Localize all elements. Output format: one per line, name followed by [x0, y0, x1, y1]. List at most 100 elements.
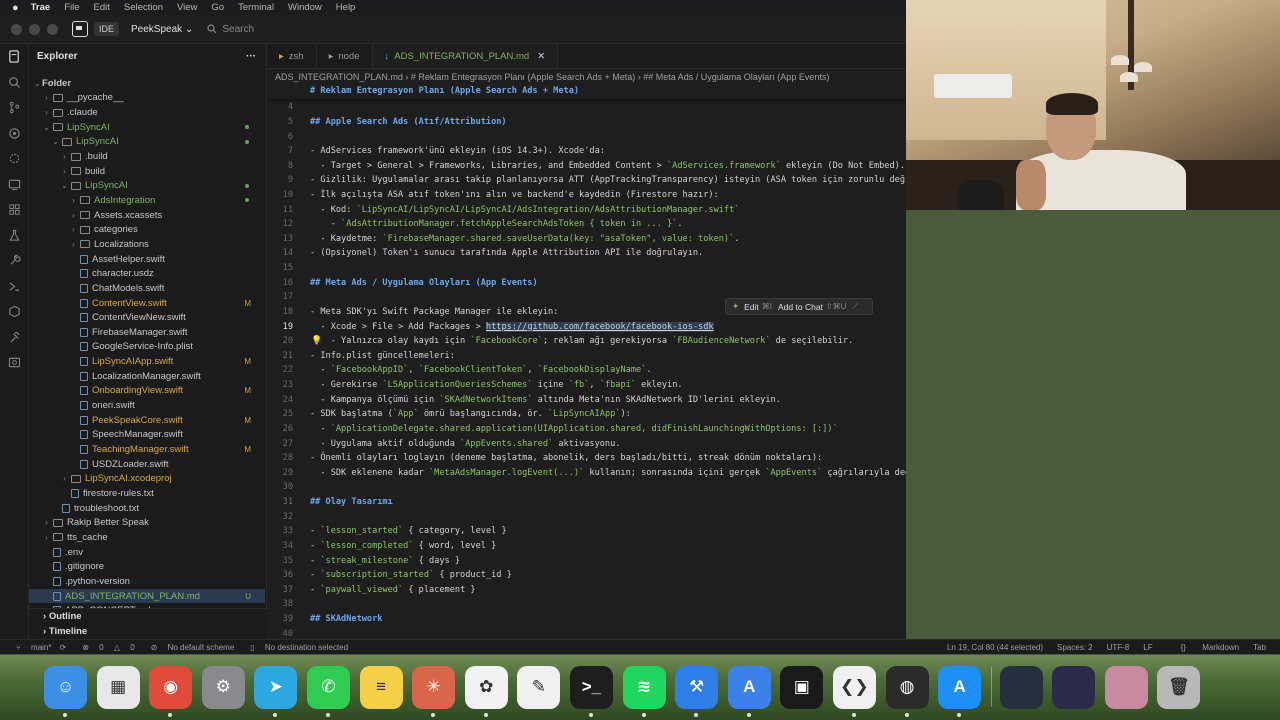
- chatgpt-icon[interactable]: ✿: [464, 665, 508, 717]
- remote-icon[interactable]: [0, 172, 29, 198]
- file-item[interactable]: PeekSpeakCore.swift M: [29, 413, 265, 428]
- breadcrumb-heading-2[interactable]: ## Meta Ads / Uygulama Olayları (App Eve…: [643, 72, 829, 82]
- file-item[interactable]: .env: [29, 545, 265, 560]
- folder-item[interactable]: › build: [29, 164, 265, 179]
- menu-terminal[interactable]: Terminal: [238, 2, 274, 13]
- finder-icon[interactable]: ☺: [44, 665, 87, 717]
- file-item[interactable]: TeachingManager.swift M: [29, 442, 265, 457]
- language-mode[interactable]: {} Markdown: [1167, 643, 1239, 652]
- close-tab-icon[interactable]: ✕: [537, 51, 545, 62]
- file-item[interactable]: character.usdz: [29, 266, 265, 281]
- file-item[interactable]: .python-version: [29, 574, 265, 589]
- lightbulb-icon[interactable]: 💡: [311, 336, 322, 346]
- destination-indicator[interactable]: ▯ No destination selected: [242, 643, 348, 652]
- recent-window-1-icon[interactable]: [999, 665, 1043, 709]
- system-settings-icon[interactable]: ⚙: [201, 665, 245, 709]
- folder-item[interactable]: ⌄ LipSyncAI: [29, 120, 265, 135]
- close-window-button[interactable]: [11, 23, 22, 35]
- zoom-window-button[interactable]: [47, 23, 58, 35]
- file-item[interactable]: SpeechManager.swift: [29, 428, 265, 443]
- extensions-icon[interactable]: [0, 146, 29, 172]
- branch-indicator[interactable]: ⑂ main*: [8, 643, 51, 652]
- tab-zsh[interactable]: ▸ zsh: [267, 44, 317, 68]
- recent-window-2-icon[interactable]: [1052, 665, 1096, 709]
- edit-button[interactable]: Edit: [744, 302, 759, 312]
- timeline-section[interactable]: › Timeline: [29, 624, 267, 639]
- tab-mode[interactable]: Tab: [1253, 643, 1266, 652]
- apple-icon[interactable]: ●: [12, 2, 19, 14]
- problems-indicator[interactable]: ⊗ 0 △ 0: [74, 643, 134, 652]
- file-item[interactable]: firestore-rules.txt: [29, 486, 265, 501]
- minimize-window-button[interactable]: [29, 23, 40, 35]
- tab-node[interactable]: ▸ node: [317, 44, 373, 68]
- menu-file[interactable]: File: [64, 2, 79, 13]
- iphone-mirroring-icon[interactable]: [1104, 665, 1148, 709]
- folder-item[interactable]: › tts_cache: [29, 530, 265, 545]
- transform-icon[interactable]: [0, 274, 29, 300]
- file-item[interactable]: ContentViewNew.swift: [29, 310, 265, 325]
- tab-ads-integration-plan[interactable]: ↓ ADS_INTEGRATION_PLAN.md ✕: [372, 44, 559, 68]
- cursor-position[interactable]: Ln 19, Col 80 (44 selected): [947, 643, 1043, 652]
- flask-icon[interactable]: [0, 223, 29, 249]
- breadcrumb-file[interactable]: ADS_INTEGRATION_PLAN.md: [275, 72, 403, 82]
- file-item[interactable]: ChatModels.swift: [29, 281, 265, 296]
- ide-mode-toggle[interactable]: IDE: [94, 22, 120, 36]
- run-debug-icon[interactable]: [0, 121, 29, 147]
- folder-item[interactable]: › AdsIntegration: [29, 193, 265, 208]
- android-studio-icon[interactable]: ▣: [780, 665, 824, 709]
- file-item[interactable]: troubleshoot.txt: [29, 501, 265, 516]
- file-item[interactable]: ContentView.swift M: [29, 296, 265, 311]
- add-to-chat-button[interactable]: Add to Chat: [778, 302, 823, 312]
- more-actions-icon[interactable]: ···: [246, 51, 256, 62]
- sync-icon[interactable]: ⟳: [59, 643, 66, 652]
- menu-go[interactable]: Go: [211, 2, 224, 13]
- hammer-icon[interactable]: [0, 325, 29, 351]
- outline-section[interactable]: › Outline: [29, 609, 267, 624]
- file-item[interactable]: .gitignore: [29, 559, 265, 574]
- xcode-icon[interactable]: ⚒: [675, 665, 719, 717]
- folder-item[interactable]: › Assets.xcassets: [29, 208, 265, 223]
- instruments-icon[interactable]: A: [727, 665, 771, 717]
- folder-item[interactable]: › Localizations: [29, 237, 265, 252]
- sticky-scroll-header[interactable]: # Reklam Entegrasyon Planı (Apple Search…: [267, 84, 906, 99]
- explorer-icon[interactable]: [0, 44, 29, 70]
- search-sidebar-icon[interactable]: [0, 70, 29, 96]
- file-item[interactable]: LocalizationManager.swift: [29, 369, 265, 384]
- claude-icon[interactable]: ✳: [412, 665, 456, 717]
- menu-window[interactable]: Window: [288, 2, 322, 13]
- preview-icon[interactable]: [0, 350, 29, 376]
- grid-icon[interactable]: [0, 197, 29, 223]
- source-control-icon[interactable]: [0, 95, 29, 121]
- code-link[interactable]: https://github.com/facebook/facebook-ios…: [485, 321, 714, 332]
- file-item[interactable]: LipSyncAIApp.swift M: [29, 354, 265, 369]
- launchpad-icon[interactable]: ▦: [96, 665, 140, 709]
- obs-icon[interactable]: ◍: [885, 665, 929, 717]
- menu-edit[interactable]: Edit: [94, 2, 110, 13]
- indentation[interactable]: Spaces: 2: [1057, 643, 1093, 652]
- folder-item[interactable]: › Rakip Better Speak: [29, 516, 265, 531]
- popup-more-icon[interactable]: ⟋: [852, 301, 858, 312]
- notes-icon[interactable]: ≡: [359, 665, 403, 709]
- app-store-icon[interactable]: A: [938, 665, 982, 717]
- folder-item[interactable]: › __pycache__: [29, 91, 265, 106]
- folder-item[interactable]: ⌄ LipSyncAI: [29, 179, 265, 194]
- textedit-icon[interactable]: ✎: [517, 665, 561, 709]
- file-item[interactable]: USDZLoader.swift: [29, 457, 265, 472]
- vscode-icon[interactable]: ❮❯: [832, 665, 876, 717]
- folder-item[interactable]: ⌄ LipSyncAI: [29, 135, 265, 150]
- file-item[interactable]: oneri.swift: [29, 398, 265, 413]
- command-search[interactable]: Search: [207, 24, 254, 35]
- file-item[interactable]: OnboardingView.swift M: [29, 384, 265, 399]
- project-switcher[interactable]: PeekSpeak ⌄: [131, 24, 193, 35]
- breadcrumb-heading-1[interactable]: # Reklam Entegrasyon Planı (Apple Search…: [411, 72, 635, 82]
- scheme-indicator[interactable]: ⊘ No default scheme: [143, 643, 235, 652]
- spotify-icon[interactable]: ≋: [622, 665, 666, 717]
- file-item[interactable]: AssetHelper.swift: [29, 252, 265, 267]
- telegram-icon[interactable]: ➤: [254, 665, 298, 717]
- folder-item[interactable]: ⌄ Folder: [29, 76, 265, 91]
- folder-item[interactable]: › LipSyncAI.xcodeproj: [29, 472, 265, 487]
- menu-selection[interactable]: Selection: [124, 2, 163, 13]
- end-of-line[interactable]: LF: [1143, 643, 1152, 652]
- package-icon[interactable]: [0, 299, 29, 325]
- file-item[interactable]: ADS_INTEGRATION_PLAN.md U: [29, 588, 265, 604]
